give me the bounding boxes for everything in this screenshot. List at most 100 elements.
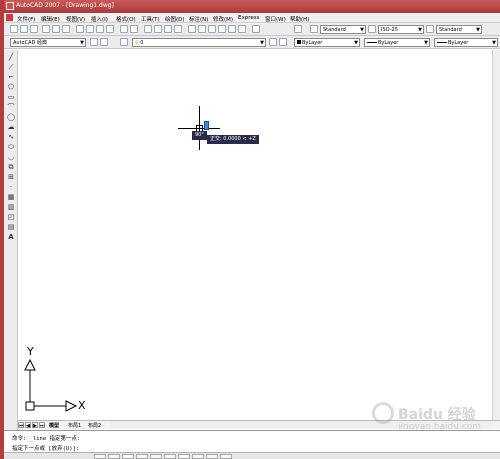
tab-model[interactable]: 模型: [49, 422, 59, 429]
dimension-style-select[interactable]: ISO-25 ▼: [378, 25, 424, 34]
model-toggle[interactable]: [220, 454, 232, 459]
polyline-icon[interactable]: ⌐: [7, 74, 15, 81]
ellipse-arc-icon[interactable]: ◡: [7, 154, 15, 161]
polar-toggle[interactable]: [136, 454, 148, 459]
menu-window[interactable]: 窗口(W): [265, 15, 286, 23]
dimension-style-icon[interactable]: [368, 25, 376, 33]
menu-dimension[interactable]: 标注(N): [189, 15, 208, 23]
otrack-toggle[interactable]: [164, 454, 176, 459]
menu-file[interactable]: 文件(F): [17, 15, 35, 23]
color-control-select[interactable]: ByLayer ▼: [294, 38, 360, 47]
menu-format[interactable]: 格式(O): [116, 15, 136, 23]
zoom-previous-icon[interactable]: [174, 25, 182, 33]
linetype-control-select[interactable]: ByLayer ▼: [364, 38, 430, 47]
copy-icon[interactable]: [86, 25, 94, 33]
make-current-layer-icon[interactable]: [269, 38, 277, 46]
insert-block-icon[interactable]: ⧉: [7, 164, 15, 171]
text-style-select[interactable]: Standard ▼: [320, 25, 366, 34]
table-style-icon[interactable]: [426, 25, 434, 33]
menu-draw[interactable]: 绘图(D): [165, 15, 185, 23]
arc-icon[interactable]: ⌒: [7, 104, 15, 111]
match-properties-icon[interactable]: [106, 25, 114, 33]
polygon-icon[interactable]: ⬠: [7, 84, 15, 91]
workspace-save-icon[interactable]: [100, 38, 108, 46]
menu-bar: 文件(F) 编辑(E) 视图(V) 插入(I) 格式(O) 工具(T) 绘图(D…: [4, 13, 500, 23]
construction-line-icon[interactable]: ⟋: [7, 64, 15, 71]
snap-toggle[interactable]: [94, 454, 106, 459]
design-center-icon[interactable]: [198, 25, 206, 33]
polar-tracking-marker: [204, 121, 209, 130]
menu-view[interactable]: 视图(V): [66, 15, 85, 23]
quickcalc-icon[interactable]: [238, 25, 246, 33]
last-tab-button[interactable]: ⏭: [39, 422, 45, 429]
line-icon[interactable]: ╱: [7, 54, 15, 61]
undo-icon[interactable]: [120, 25, 128, 33]
menu-edit[interactable]: 编辑(E): [41, 15, 60, 23]
ducs-toggle[interactable]: [178, 454, 190, 459]
drawing-area[interactable]: [18, 50, 500, 420]
preview-icon[interactable]: [52, 25, 60, 33]
rectangle-icon[interactable]: ▭: [7, 94, 15, 101]
tab-layout2[interactable]: 布局2: [88, 422, 101, 429]
dynamic-input-angle-tooltip[interactable]: 90°: [192, 131, 207, 140]
prev-tab-button[interactable]: ◀: [25, 422, 31, 429]
workspace-select[interactable]: AutoCAD 经典 ▼: [10, 38, 86, 47]
gradient-icon[interactable]: ▥: [7, 204, 15, 211]
table-icon[interactable]: ▤: [7, 224, 15, 231]
dimension-style-value: ISO-25: [381, 27, 398, 33]
hatch-icon[interactable]: ▦: [7, 194, 15, 201]
zoom-window-icon[interactable]: [164, 25, 172, 33]
vertical-scrollbar[interactable]: [492, 50, 500, 420]
lineweight-control-select[interactable]: ByLayer ▼: [434, 38, 498, 47]
table-style-select[interactable]: Standard ▼: [436, 25, 482, 34]
grid-toggle[interactable]: [108, 454, 120, 459]
menu-express[interactable]: Express: [238, 15, 259, 21]
redo-icon[interactable]: [130, 25, 138, 33]
circle-icon[interactable]: ◯: [7, 114, 15, 121]
text-style-icon[interactable]: [310, 25, 318, 33]
dim-style-icon[interactable]: [294, 25, 302, 33]
menu-help[interactable]: 帮助(H): [290, 15, 309, 23]
paste-icon[interactable]: [96, 25, 104, 33]
zoom-realtime-icon[interactable]: [154, 25, 162, 33]
cut-icon[interactable]: [76, 25, 84, 33]
save-icon[interactable]: [30, 25, 38, 33]
workspace-settings-icon[interactable]: [90, 38, 98, 46]
multiline-text-icon[interactable]: A: [7, 234, 15, 241]
standard-toolbar: Standard ▼ ISO-25 ▼ Standard ▼: [4, 23, 500, 36]
layer-previous-icon[interactable]: [279, 38, 287, 46]
text-style-value: Standard: [323, 27, 346, 33]
command-prompt-line[interactable]: 指定下一点或 [放弃(U)]:: [12, 444, 79, 452]
lwt-toggle[interactable]: [206, 454, 218, 459]
osnap-toggle[interactable]: [150, 454, 162, 459]
tool-palettes-icon[interactable]: [208, 25, 216, 33]
layer-select[interactable]: ♀ 0 ▼: [132, 38, 266, 47]
help-icon[interactable]: [252, 25, 260, 33]
lineweight-sample-icon: [437, 42, 447, 43]
color-swatch-icon: [297, 40, 301, 44]
make-block-icon[interactable]: ⊞: [7, 174, 15, 181]
layer-manager-icon[interactable]: [120, 38, 128, 46]
spline-icon[interactable]: ∿: [7, 134, 15, 141]
publish-icon[interactable]: [62, 25, 70, 33]
open-icon[interactable]: [20, 25, 28, 33]
document-icon[interactable]: [6, 14, 13, 21]
revision-cloud-icon[interactable]: ☁: [7, 124, 15, 131]
tab-layout1[interactable]: 布局1: [68, 422, 81, 429]
next-tab-button[interactable]: ▶: [32, 422, 38, 429]
sheet-set-icon[interactable]: [218, 25, 226, 33]
first-tab-button[interactable]: ⏮: [18, 422, 24, 429]
dyn-toggle[interactable]: [192, 454, 204, 459]
print-icon[interactable]: [42, 25, 50, 33]
markup-icon[interactable]: [228, 25, 236, 33]
new-icon[interactable]: [10, 25, 18, 33]
point-icon[interactable]: ·: [7, 184, 15, 191]
pan-icon[interactable]: [144, 25, 152, 33]
region-icon[interactable]: ◰: [7, 214, 15, 221]
menu-insert[interactable]: 插入(I): [91, 15, 108, 23]
ortho-toggle[interactable]: [122, 454, 134, 459]
ellipse-icon[interactable]: ⬭: [7, 144, 15, 151]
properties-icon[interactable]: [188, 25, 196, 33]
menu-tools[interactable]: 工具(T): [141, 15, 160, 23]
menu-modify[interactable]: 修改(M): [213, 15, 233, 23]
